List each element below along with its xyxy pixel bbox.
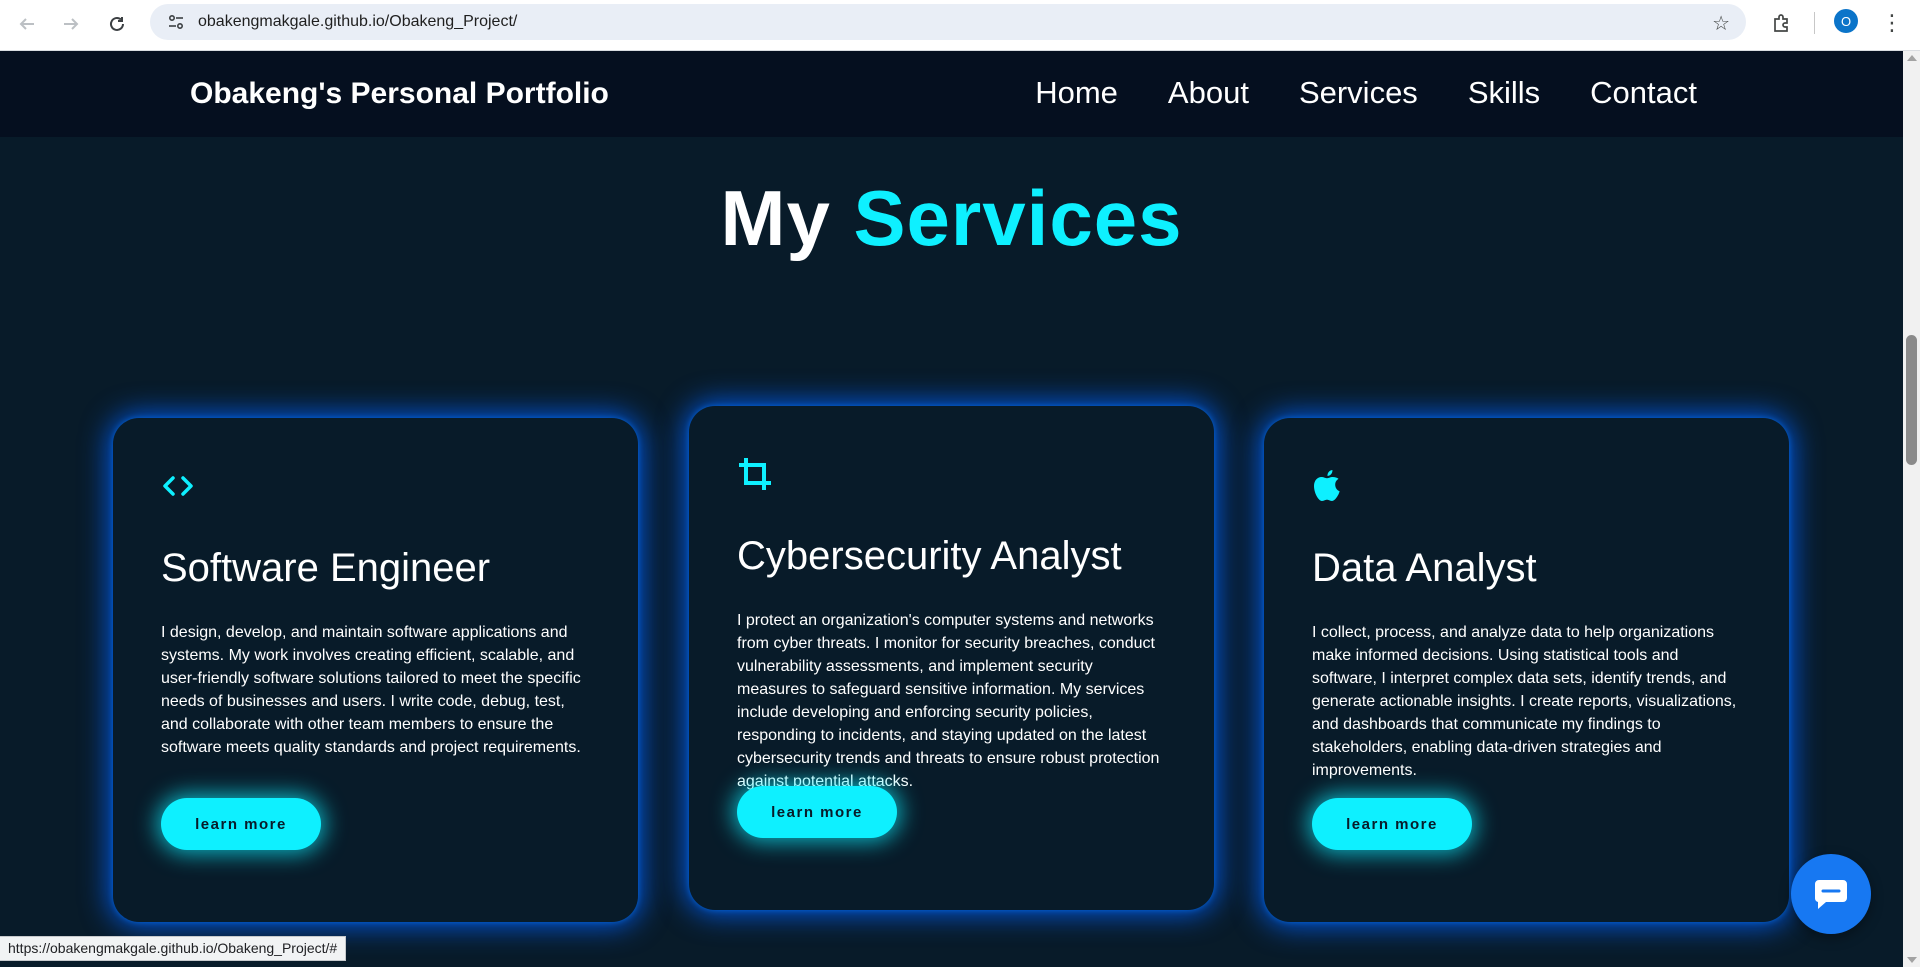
service-title: Software Engineer: [161, 546, 491, 590]
nav-about[interactable]: About: [1168, 73, 1249, 113]
service-description: I collect, process, and analyze data to …: [1312, 624, 1737, 779]
address-bar[interactable]: obakengmakgale.github.io/Obakeng_Project…: [150, 4, 1746, 40]
page-viewport: Obakeng's Personal Portfolio Home About …: [0, 51, 1903, 967]
service-card-cybersecurity-analyst: Cybersecurity Analyst I protect an organ…: [689, 406, 1214, 910]
service-title: Data Analyst: [1312, 546, 1537, 590]
extensions-icon[interactable]: [1766, 8, 1796, 38]
learn-more-button[interactable]: learn more: [737, 786, 897, 838]
service-description: I design, develop, and maintain software…: [161, 624, 581, 756]
profile-avatar[interactable]: O: [1834, 9, 1858, 33]
more-menu-icon[interactable]: ⋮: [1880, 8, 1904, 38]
browser-toolbar: obakengmakgale.github.io/Obakeng_Project…: [0, 0, 1920, 51]
service-description: I protect an organization's computer sys…: [737, 612, 1160, 790]
section-title: My Services: [0, 173, 1903, 264]
site-settings-icon[interactable]: [158, 4, 194, 40]
main-nav: Home About Services Skills Contact: [1035, 73, 1697, 113]
chat-widget-button[interactable]: [1791, 854, 1871, 934]
arrow-left-icon: [19, 18, 34, 30]
learn-more-button[interactable]: learn more: [1312, 798, 1472, 850]
toolbar-divider: [1814, 12, 1815, 34]
service-card-data-analyst: Data Analyst I collect, process, and ana…: [1264, 418, 1789, 922]
apple-icon: [1312, 466, 1741, 506]
service-title: Cybersecurity Analyst: [737, 534, 1122, 578]
reload-button[interactable]: [102, 9, 132, 39]
link-status-bubble: https://obakengmakgale.github.io/Obakeng…: [0, 936, 347, 961]
nav-services[interactable]: Services: [1299, 73, 1418, 113]
back-button[interactable]: [12, 9, 42, 39]
site-logo[interactable]: Obakeng's Personal Portfolio: [190, 77, 609, 111]
scrollbar-thumb[interactable]: [1906, 335, 1917, 465]
code-icon: [161, 466, 590, 506]
url-text[interactable]: obakengmakgale.github.io/Obakeng_Project…: [198, 13, 517, 31]
page-scrollbar[interactable]: [1903, 51, 1920, 967]
arrow-right-icon: [64, 18, 79, 30]
scroll-down-arrow-icon[interactable]: [1907, 957, 1917, 963]
chat-bubble-icon: [1814, 880, 1847, 909]
site-header: Obakeng's Personal Portfolio Home About …: [0, 51, 1903, 137]
bookmark-star-icon[interactable]: ☆: [1712, 11, 1730, 36]
section-title-prefix: My: [720, 174, 831, 262]
section-title-accent: Services: [853, 174, 1183, 262]
learn-more-button[interactable]: learn more: [161, 798, 321, 850]
nav-skills[interactable]: Skills: [1468, 73, 1540, 113]
crop-icon: [737, 454, 1166, 494]
nav-contact[interactable]: Contact: [1590, 73, 1697, 113]
nav-home[interactable]: Home: [1035, 73, 1118, 113]
reload-icon: [110, 16, 124, 31]
forward-button[interactable]: [56, 9, 86, 39]
service-card-software-engineer: Software Engineer I design, develop, and…: [113, 418, 638, 922]
scroll-up-arrow-icon[interactable]: [1907, 55, 1917, 61]
